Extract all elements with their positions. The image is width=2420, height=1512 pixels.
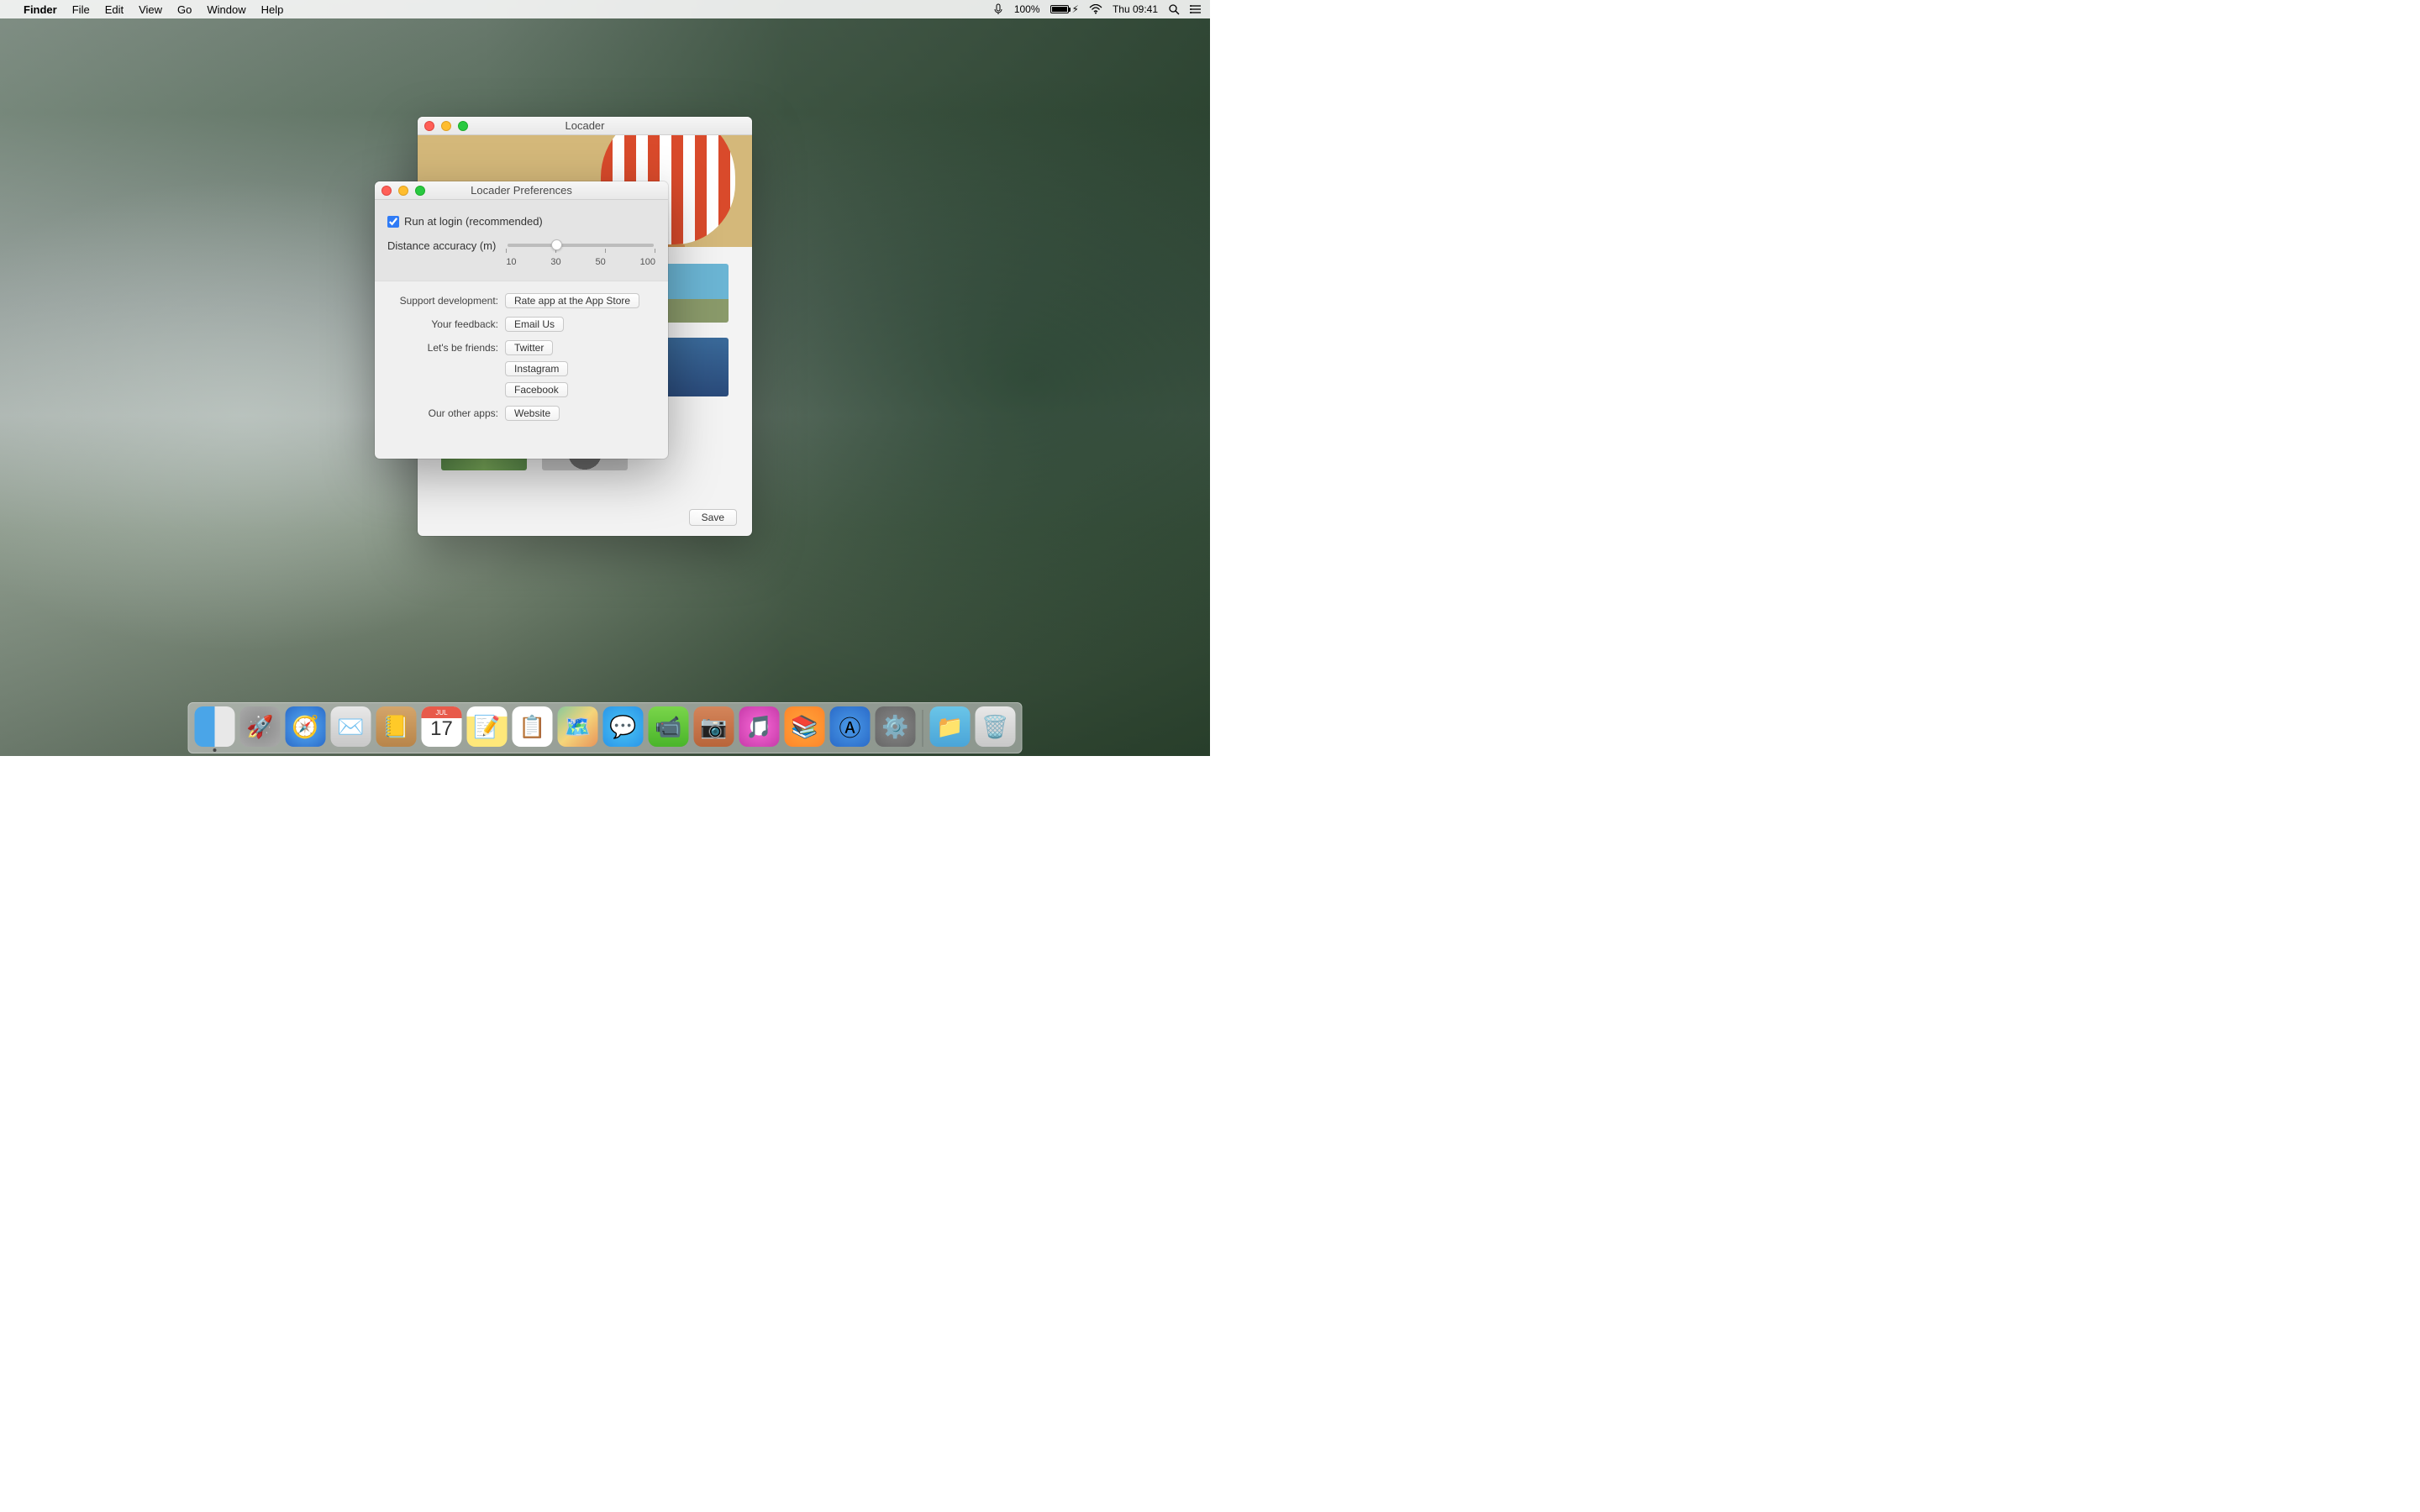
menubar-datetime[interactable]: Thu 09:41 bbox=[1113, 3, 1158, 15]
email-us-button[interactable]: Email Us bbox=[505, 317, 564, 332]
distance-accuracy-label: Distance accuracy (m) bbox=[387, 239, 496, 252]
dock: 🚀 🧭 ✉️ 📒 JUL 17 📝 📋 🗺️ 💬 📹 📷 🎵 📚 Ⓐ ⚙️ 📁 … bbox=[188, 702, 1023, 753]
twitter-button[interactable]: Twitter bbox=[505, 340, 553, 355]
prefs-titlebar[interactable]: Locader Preferences bbox=[375, 181, 668, 200]
locader-titlebar[interactable]: Locader bbox=[418, 117, 752, 135]
website-button[interactable]: Website bbox=[505, 406, 560, 421]
slider-tick-label: 10 bbox=[506, 257, 516, 267]
instagram-button[interactable]: Instagram bbox=[505, 361, 568, 376]
wifi-icon[interactable] bbox=[1089, 4, 1102, 14]
dock-finder-icon[interactable] bbox=[195, 706, 235, 747]
dock-downloads-icon[interactable]: 📁 bbox=[930, 706, 971, 747]
slider-tick-label: 30 bbox=[550, 257, 560, 267]
distance-slider[interactable] bbox=[508, 244, 654, 247]
dock-calendar-icon[interactable]: JUL 17 bbox=[422, 706, 462, 747]
feedback-label: Your feedback: bbox=[375, 318, 505, 330]
run-at-login-row[interactable]: Run at login (recommended) bbox=[387, 215, 655, 228]
run-at-login-checkbox[interactable] bbox=[387, 216, 399, 228]
dock-contacts-icon[interactable]: 📒 bbox=[376, 706, 417, 747]
dock-facetime-icon[interactable]: 📹 bbox=[649, 706, 689, 747]
minimize-icon[interactable] bbox=[441, 121, 451, 131]
calendar-month: JUL bbox=[422, 706, 462, 718]
menu-view[interactable]: View bbox=[139, 3, 162, 16]
locader-title: Locader bbox=[566, 119, 605, 132]
dock-trash-icon[interactable]: 🗑️ bbox=[976, 706, 1016, 747]
minimize-icon[interactable] bbox=[398, 186, 408, 196]
dock-photobooth-icon[interactable]: 📷 bbox=[694, 706, 734, 747]
preferences-window: Locader Preferences Run at login (recomm… bbox=[375, 181, 668, 459]
menubar: Finder File Edit View Go Window Help 100… bbox=[0, 0, 1210, 18]
battery-icon[interactable] bbox=[1050, 5, 1069, 13]
dock-notes-icon[interactable]: 📝 bbox=[467, 706, 508, 747]
menu-window[interactable]: Window bbox=[207, 3, 245, 16]
spotlight-icon[interactable] bbox=[1168, 3, 1180, 15]
dock-mail-icon[interactable]: ✉️ bbox=[331, 706, 371, 747]
maximize-icon[interactable] bbox=[415, 186, 425, 196]
dock-system-preferences-icon[interactable]: ⚙️ bbox=[876, 706, 916, 747]
other-apps-label: Our other apps: bbox=[375, 407, 505, 419]
dock-launchpad-icon[interactable]: 🚀 bbox=[240, 706, 281, 747]
notification-center-icon[interactable] bbox=[1190, 4, 1202, 14]
rate-app-button[interactable]: Rate app at the App Store bbox=[505, 293, 639, 308]
maximize-icon[interactable] bbox=[458, 121, 468, 131]
menubar-app-name[interactable]: Finder bbox=[24, 3, 57, 16]
dock-itunes-icon[interactable]: 🎵 bbox=[739, 706, 780, 747]
charging-icon: ⚡︎ bbox=[1072, 3, 1079, 15]
facebook-button[interactable]: Facebook bbox=[505, 382, 568, 397]
dock-safari-icon[interactable]: 🧭 bbox=[286, 706, 326, 747]
menu-edit[interactable]: Edit bbox=[105, 3, 124, 16]
calendar-day: 17 bbox=[430, 717, 453, 741]
save-button[interactable]: Save bbox=[689, 509, 737, 526]
friends-label: Let's be friends: bbox=[375, 340, 505, 354]
dock-messages-icon[interactable]: 💬 bbox=[603, 706, 644, 747]
mic-icon[interactable] bbox=[992, 3, 1004, 15]
support-label: Support development: bbox=[375, 295, 505, 307]
dock-ibooks-icon[interactable]: 📚 bbox=[785, 706, 825, 747]
slider-tick-label: 100 bbox=[640, 257, 655, 267]
close-icon[interactable] bbox=[424, 121, 434, 131]
desktop: Finder File Edit View Go Window Help 100… bbox=[0, 0, 1210, 756]
menu-go[interactable]: Go bbox=[177, 3, 192, 16]
battery-percent[interactable]: 100% bbox=[1014, 3, 1040, 15]
dock-reminders-icon[interactable]: 📋 bbox=[513, 706, 553, 747]
dock-appstore-icon[interactable]: Ⓐ bbox=[830, 706, 871, 747]
menu-file[interactable]: File bbox=[72, 3, 90, 16]
menu-help[interactable]: Help bbox=[261, 3, 284, 16]
run-at-login-label: Run at login (recommended) bbox=[404, 215, 543, 228]
dock-maps-icon[interactable]: 🗺️ bbox=[558, 706, 598, 747]
close-icon[interactable] bbox=[381, 186, 392, 196]
slider-tick-label: 50 bbox=[596, 257, 606, 267]
prefs-title: Locader Preferences bbox=[471, 184, 572, 197]
